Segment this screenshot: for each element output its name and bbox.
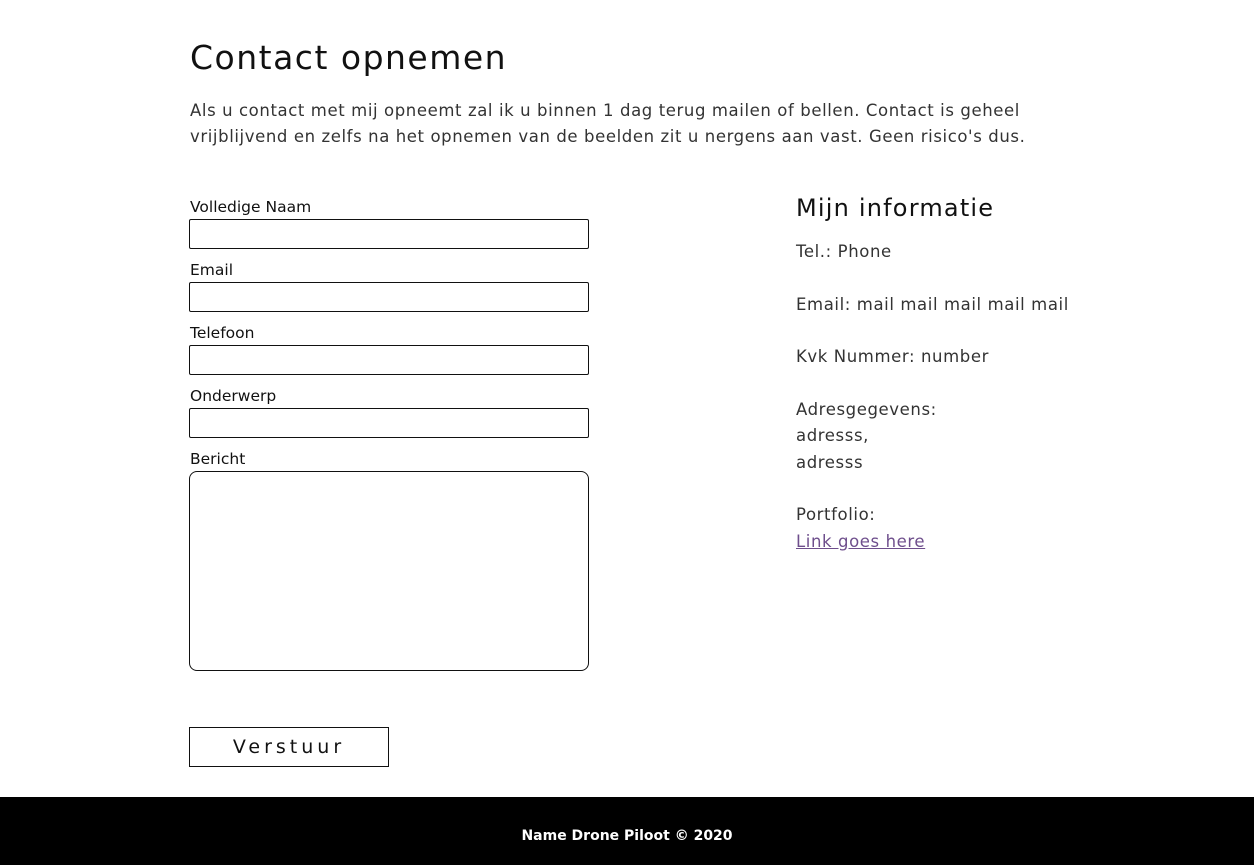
phone-label: Telefoon (190, 324, 255, 342)
info-kvk: Kvk Nummer: number (796, 347, 989, 366)
message-textarea[interactable] (189, 471, 589, 671)
info-panel: Mijn informatie Tel.: Phone Email: mail … (796, 194, 1196, 581)
message-label: Bericht (190, 450, 246, 468)
name-field-group: Volledige Naam (189, 197, 589, 249)
info-phone: Tel.: Phone (796, 242, 892, 261)
intro-line-1: Als u contact met mij opneemt zal ik u b… (190, 101, 1020, 120)
info-address: Adresgegevens: adresss, adresss (796, 397, 1196, 477)
email-label: Email (190, 261, 234, 279)
address-label: Adresgegevens: (796, 399, 937, 419)
email-field-group: Email (189, 260, 589, 312)
footer: Name Drone Piloot © 2020 (0, 797, 1254, 865)
info-email: Email: mail mail mail mail mail (796, 294, 1069, 314)
name-label: Volledige Naam (190, 198, 312, 216)
contact-page: Contact opnemen Als u contact met mij op… (0, 0, 1254, 865)
subject-field-group: Onderwerp (189, 386, 589, 438)
name-input[interactable] (189, 219, 589, 249)
intro-line-2: vrijblijvend en zelfs na het opnemen van… (190, 127, 1026, 146)
portfolio-link[interactable]: Link goes here (796, 532, 925, 551)
intro-text: Als u contact met mij opneemt zal ik u b… (190, 98, 1070, 150)
page-title: Contact opnemen (190, 38, 508, 77)
submit-button[interactable]: Verstuur (189, 727, 389, 767)
info-portfolio: Portfolio: Link goes here (796, 502, 1196, 555)
address-line-2: adresss (796, 452, 864, 472)
footer-copyright: Name Drone Piloot © 2020 (521, 828, 733, 844)
subject-label: Onderwerp (190, 387, 277, 405)
phone-field-group: Telefoon (189, 323, 589, 375)
email-input[interactable] (189, 282, 589, 312)
subject-input[interactable] (189, 408, 589, 438)
info-title: Mijn informatie (796, 194, 995, 222)
message-field-group: Bericht (189, 449, 589, 671)
phone-input[interactable] (189, 345, 589, 375)
address-line-1: adresss, (796, 426, 869, 445)
contact-form: Volledige Naam Email Telefoon Onderwerp … (189, 197, 589, 682)
portfolio-label: Portfolio: (796, 505, 876, 524)
